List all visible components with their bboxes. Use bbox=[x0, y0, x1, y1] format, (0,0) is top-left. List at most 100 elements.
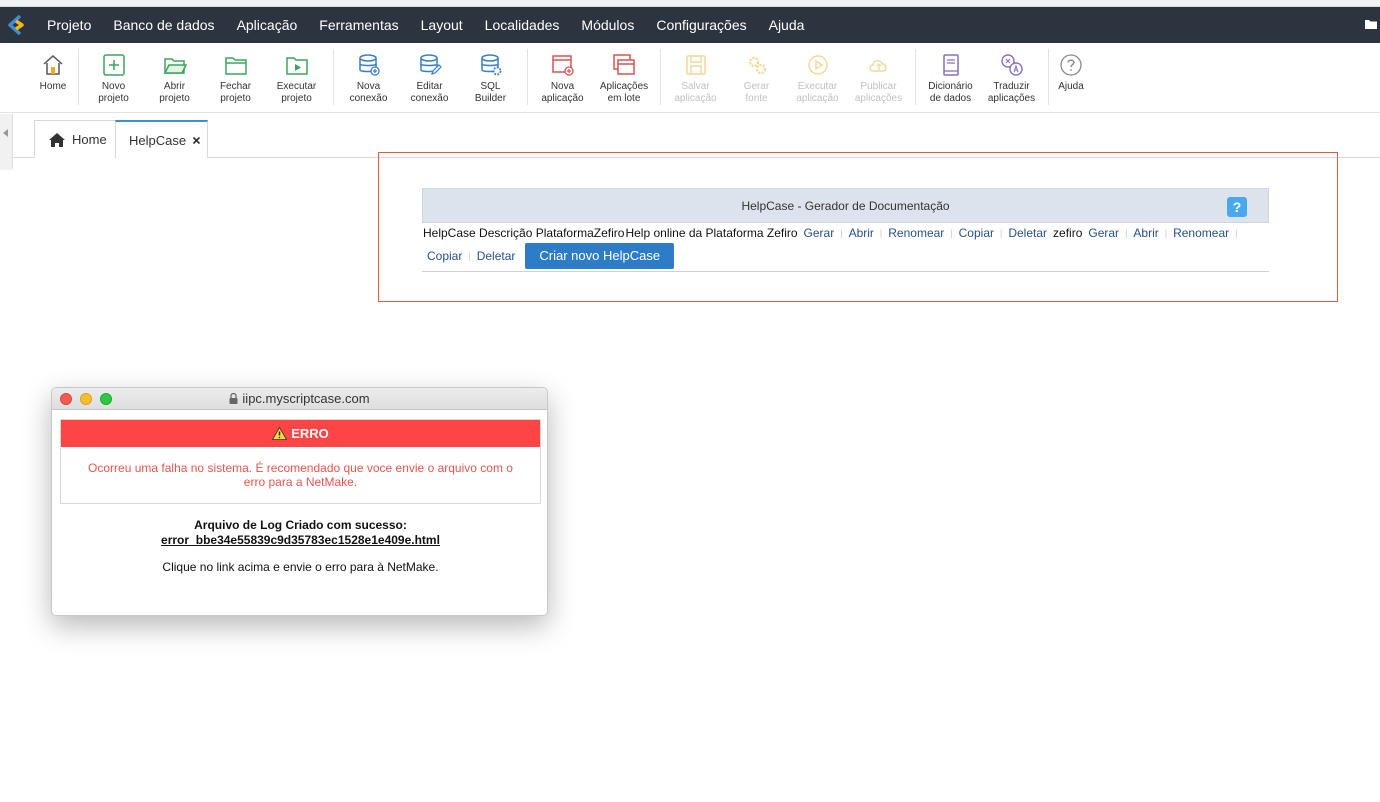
item2-copiar-link[interactable]: Copiar bbox=[427, 249, 462, 263]
description-label: Descrição bbox=[479, 226, 533, 240]
error-box: ERRO Ocorreu uma falha no sistema. É rec… bbox=[60, 419, 541, 504]
new-project-label: Novo projeto bbox=[98, 81, 129, 104]
separator: | bbox=[1235, 228, 1238, 238]
menu-banco-de-dados[interactable]: Banco de dados bbox=[102, 7, 225, 43]
toolbar-separator bbox=[527, 49, 528, 105]
sql-builder-button[interactable]: SQL Builder bbox=[465, 43, 516, 111]
tab-helpcase-label: HelpCase bbox=[129, 132, 187, 148]
window-zoom-button[interactable] bbox=[100, 393, 112, 405]
database-edit-icon bbox=[419, 54, 442, 75]
help-icon[interactable]: ? bbox=[1227, 197, 1247, 217]
folder-play-icon bbox=[285, 57, 308, 75]
run-app-label: Executar aplicação bbox=[796, 81, 839, 104]
edit-connection-label: Editar conexão bbox=[410, 81, 449, 104]
menu-bar: Projeto Banco de dados Aplicação Ferrame… bbox=[0, 7, 1380, 43]
run-project-label: Executar projeto bbox=[276, 81, 317, 104]
save-app-button[interactable]: Salvar aplicação bbox=[670, 43, 721, 111]
toolbar-separator bbox=[915, 49, 916, 105]
toolbar-separator bbox=[78, 49, 79, 105]
home-button[interactable]: Home bbox=[35, 43, 71, 111]
browser-top-strip bbox=[0, 0, 1380, 7]
run-project-button[interactable]: Executar projeto bbox=[271, 43, 322, 111]
item1-renomear-link[interactable]: Renomear bbox=[888, 226, 944, 240]
separator: | bbox=[1000, 228, 1003, 238]
translate-apps-label: Traduzir aplicações bbox=[987, 81, 1036, 104]
save-app-label: Salvar aplicação bbox=[674, 81, 717, 104]
tab-helpcase[interactable]: HelpCase bbox=[115, 120, 208, 158]
tab-home-label: Home bbox=[72, 132, 107, 147]
close-project-label: Fechar projeto bbox=[219, 81, 252, 104]
save-icon bbox=[685, 55, 706, 75]
separator: | bbox=[1164, 228, 1168, 238]
item1-gerar-link[interactable]: Gerar bbox=[804, 226, 835, 240]
menu-projeto[interactable]: Projeto bbox=[36, 7, 102, 43]
run-app-button[interactable]: Executar aplicação bbox=[792, 43, 843, 111]
window-plus-icon bbox=[551, 55, 574, 76]
popup-url: iipc.myscriptcase.com bbox=[242, 391, 370, 406]
menu-ajuda[interactable]: Ajuda bbox=[758, 7, 816, 43]
warning-icon bbox=[272, 427, 288, 440]
chevron-left-icon bbox=[3, 129, 8, 137]
error-title: ERRO bbox=[291, 426, 329, 441]
database-plus-icon bbox=[358, 54, 380, 76]
item1-copiar-link[interactable]: Copiar bbox=[959, 226, 994, 240]
folder-open-icon bbox=[163, 58, 187, 74]
database-gear-icon bbox=[480, 54, 501, 76]
menu-localidades[interactable]: Localidades bbox=[474, 7, 571, 43]
publish-apps-label: Publicar aplicações bbox=[854, 81, 903, 104]
create-helpcase-button[interactable]: Criar novo HelpCase bbox=[525, 243, 675, 269]
helpcase-header-title: HelpCase - Gerador de Documentação bbox=[741, 198, 950, 213]
close-icon[interactable] bbox=[193, 135, 200, 146]
item1-deletar-link[interactable]: Deletar bbox=[1008, 226, 1047, 240]
log-file-link[interactable]: error_bbe34e55839c9d35783ec1528e1e409e.h… bbox=[52, 533, 547, 547]
scriptcase-logo-icon[interactable] bbox=[0, 7, 36, 43]
item1-abrir-link[interactable]: Abrir bbox=[849, 226, 874, 240]
error-popup-window: iipc.myscriptcase.com ERRO Ocorreu uma f… bbox=[51, 387, 548, 616]
open-project-button[interactable]: Abrir projeto bbox=[149, 43, 200, 111]
log-title: Arquivo de Log Criado com sucesso: bbox=[194, 518, 407, 532]
play-circle-icon bbox=[807, 55, 828, 75]
window-minimize-button[interactable] bbox=[80, 393, 92, 405]
separator: | bbox=[468, 251, 471, 261]
gen-source-label: Gerar fonte bbox=[743, 81, 770, 104]
item2-deletar-link[interactable]: Deletar bbox=[477, 249, 516, 263]
new-app-button[interactable]: Nova aplicação bbox=[537, 43, 588, 111]
menu-configuracoes[interactable]: Configurações bbox=[645, 7, 757, 43]
separator: | bbox=[950, 228, 953, 238]
publish-apps-button[interactable]: Publicar aplicações bbox=[853, 43, 904, 111]
sql-builder-label: SQL Builder bbox=[474, 81, 507, 104]
help-button[interactable]: Ajuda bbox=[1053, 43, 1089, 111]
folder-icon[interactable] bbox=[1364, 17, 1378, 31]
gears-icon bbox=[748, 56, 766, 75]
menu-layout[interactable]: Layout bbox=[410, 7, 474, 43]
item2-renomear-link[interactable]: Renomear bbox=[1173, 226, 1229, 240]
item2-abrir-link[interactable]: Abrir bbox=[1133, 226, 1158, 240]
window-close-button[interactable] bbox=[60, 393, 72, 405]
new-project-button[interactable]: Novo projeto bbox=[88, 43, 139, 111]
helpcase-row-2: Copiar | Deletar Criar novo HelpCase bbox=[427, 242, 675, 269]
helpcase-label: HelpCase bbox=[423, 226, 476, 240]
edit-connection-button[interactable]: Editar conexão bbox=[404, 43, 455, 111]
item2-name: zefiro bbox=[1053, 226, 1083, 240]
log-note: Clique no link acima e envie o erro para… bbox=[162, 560, 439, 574]
data-dictionary-button[interactable]: Dicionário de dados bbox=[924, 43, 977, 111]
translate-icon bbox=[1000, 54, 1023, 76]
new-app-label: Nova aplicação bbox=[541, 81, 584, 104]
help-label: Ajuda bbox=[1058, 81, 1084, 92]
close-project-button[interactable]: Fechar projeto bbox=[210, 43, 261, 111]
menu-modulos[interactable]: Módulos bbox=[570, 7, 645, 43]
toolbar-separator bbox=[660, 49, 661, 105]
home-label: Home bbox=[39, 81, 67, 92]
menu-aplicacao[interactable]: Aplicação bbox=[226, 7, 309, 43]
gen-source-button[interactable]: Gerar fonte bbox=[731, 43, 782, 111]
sidebar-toggle[interactable] bbox=[0, 114, 13, 170]
tab-home[interactable]: Home bbox=[34, 120, 116, 158]
home-icon bbox=[49, 132, 65, 147]
translate-apps-button[interactable]: Traduzir aplicações bbox=[984, 43, 1039, 111]
separator: | bbox=[840, 228, 843, 238]
item2-gerar-link[interactable]: Gerar bbox=[1088, 226, 1119, 240]
batch-apps-button[interactable]: Aplicações em lote bbox=[596, 43, 652, 111]
new-connection-button[interactable]: Nova conexão bbox=[343, 43, 394, 111]
menu-ferramentas[interactable]: Ferramentas bbox=[308, 7, 409, 43]
helpcase-row-1: HelpCase Descrição PlataformaZefiro Help … bbox=[423, 225, 1237, 240]
